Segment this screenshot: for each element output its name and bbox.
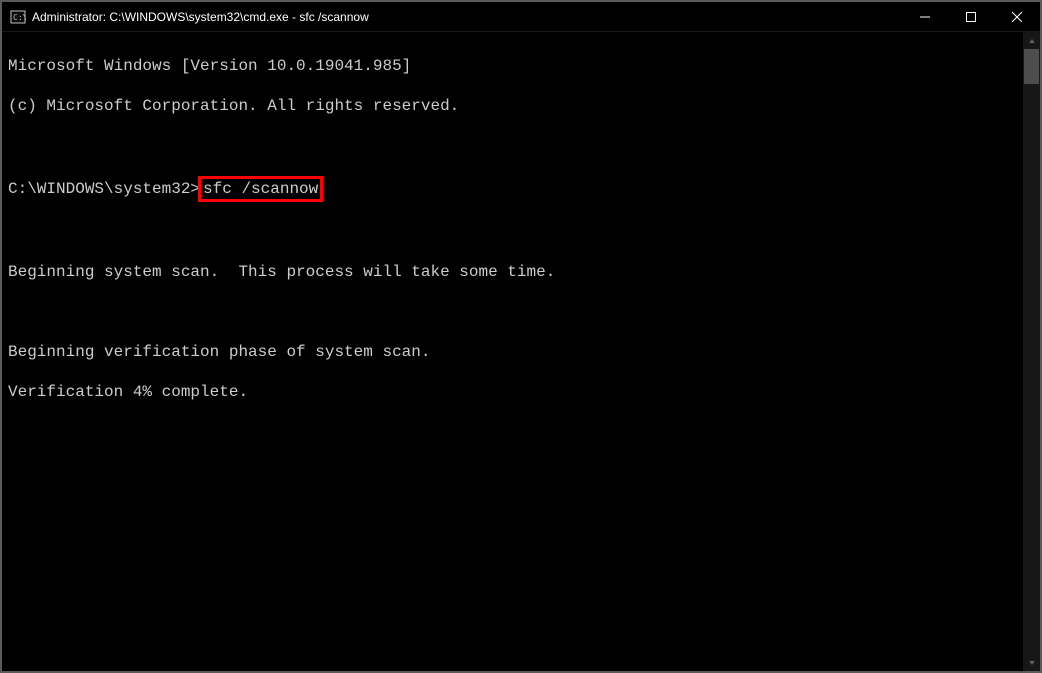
minimize-button[interactable] [902,2,948,32]
output-line: Beginning system scan. This process will… [8,262,1017,282]
output-blank [8,136,1017,156]
output-blank [8,222,1017,242]
vertical-scrollbar[interactable] [1023,32,1040,671]
scroll-up-button[interactable] [1023,32,1040,49]
titlebar[interactable]: C:\ Administrator: C:\WINDOWS\system32\c… [2,2,1040,32]
maximize-button[interactable] [948,2,994,32]
scroll-track[interactable] [1023,49,1040,654]
scroll-down-button[interactable] [1023,654,1040,671]
svg-text:C:\: C:\ [13,13,26,22]
window-title: Administrator: C:\WINDOWS\system32\cmd.e… [32,10,902,24]
output-blank [8,302,1017,322]
output-line: Beginning verification phase of system s… [8,342,1017,362]
output-line: Microsoft Windows [Version 10.0.19041.98… [8,56,1017,76]
console-output[interactable]: Microsoft Windows [Version 10.0.19041.98… [2,32,1023,671]
command-highlight: sfc /scannow [198,176,323,202]
cmd-icon: C:\ [10,9,26,25]
command-text: sfc /scannow [203,180,318,198]
command-prompt-window: C:\ Administrator: C:\WINDOWS\system32\c… [2,2,1040,671]
prompt-text: C:\WINDOWS\system32> [8,179,200,199]
close-button[interactable] [994,2,1040,32]
scroll-thumb[interactable] [1024,49,1039,84]
console-area: Microsoft Windows [Version 10.0.19041.98… [2,32,1040,671]
output-line: (c) Microsoft Corporation. All rights re… [8,96,1017,116]
output-line: Verification 4% complete. [8,382,1017,402]
window-controls [902,2,1040,32]
prompt-line: C:\WINDOWS\system32>sfc /scannow [8,176,1017,202]
